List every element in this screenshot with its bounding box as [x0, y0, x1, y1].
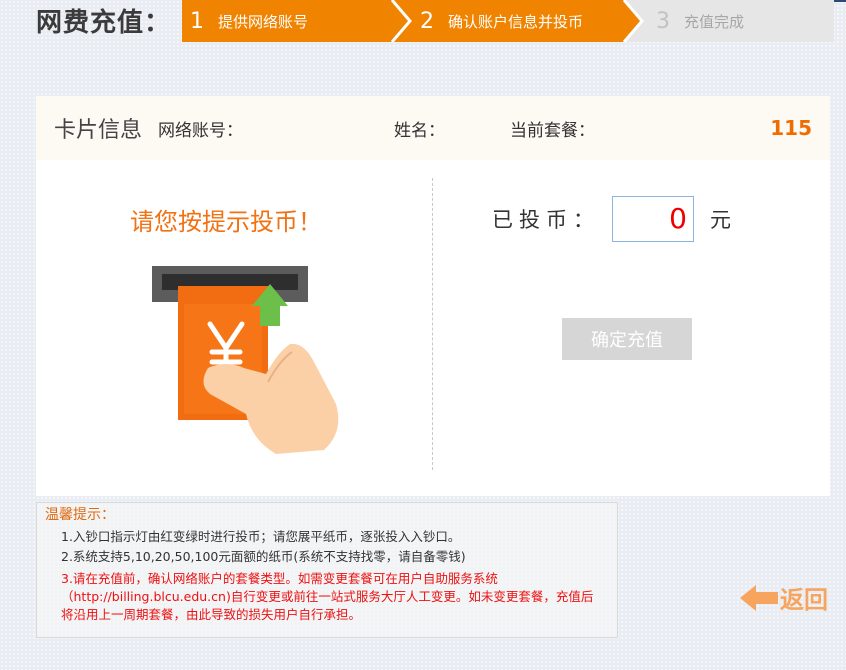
insert-banknote-icon — [152, 266, 339, 454]
recharge-panel: 卡片信息 网络账号： 姓名： 当前套餐： 115 请您按提示投币！ 已投币： 0… — [36, 96, 830, 496]
tip-item-warning: 3.请在充值前，确认网络账户的套餐类型。如需变更套餐可在用户自助服务系统（htt… — [61, 571, 594, 622]
tips-box: 温馨提示： 1.入钞口指示灯由红变绿时进行投币；请您展平纸币，逐张投入入钞口。 … — [36, 502, 618, 638]
insert-prompt: 请您按提示投币！ — [130, 208, 322, 236]
card-info-bar: 卡片信息 网络账号： 姓名： 当前套餐： 115 — [36, 96, 830, 160]
page-title: 网费充值： — [36, 8, 172, 38]
panel-divider — [432, 178, 433, 470]
step-separator-icon — [622, 0, 644, 42]
arrow-left-icon — [740, 584, 778, 611]
step-3: 3 充值完成 — [652, 0, 834, 42]
tips-title: 温馨提示： — [45, 507, 115, 523]
step-3-label: 充值完成 — [684, 12, 745, 31]
card-info-title: 卡片信息 — [54, 118, 143, 143]
currency-unit: 元 — [710, 208, 731, 232]
step-1: 1 提供网络账号 — [182, 0, 410, 42]
step-1-label: 提供网络账号 — [218, 12, 309, 31]
step-1-number: 1 — [190, 8, 204, 34]
name-label: 姓名： — [394, 120, 445, 141]
tip-item: 1.入钞口指示灯由红变绿时进行投币；请您展平纸币，逐张投入入钞口。 — [61, 529, 461, 544]
step-2-label: 确认账户信息并投币 — [448, 12, 584, 31]
inserted-label: 已投币： — [492, 208, 600, 232]
confirm-recharge-button[interactable]: 确定充值 — [562, 318, 692, 360]
tip-item: 2.系统支持5,10,20,50,100元面额的纸币(系统不支持找零，请自备零钱… — [61, 549, 466, 564]
return-button[interactable]: 返回 — [740, 580, 828, 615]
package-value: 115 — [770, 116, 812, 140]
step-2-number: 2 — [420, 8, 434, 34]
step-2: 2 确认账户信息并投币 — [394, 0, 642, 42]
return-label: 返回 — [780, 586, 828, 614]
step-progress: 1 提供网络账号 2 确认账户信息并投币 3 充值完成 — [182, 0, 834, 42]
inserted-amount-field: 0 — [612, 196, 694, 242]
package-label: 当前套餐： — [510, 120, 595, 141]
account-label: 网络账号： — [158, 120, 244, 141]
step-3-number: 3 — [656, 8, 670, 34]
inserted-amount-row: 已投币： 0 元 — [492, 196, 731, 242]
